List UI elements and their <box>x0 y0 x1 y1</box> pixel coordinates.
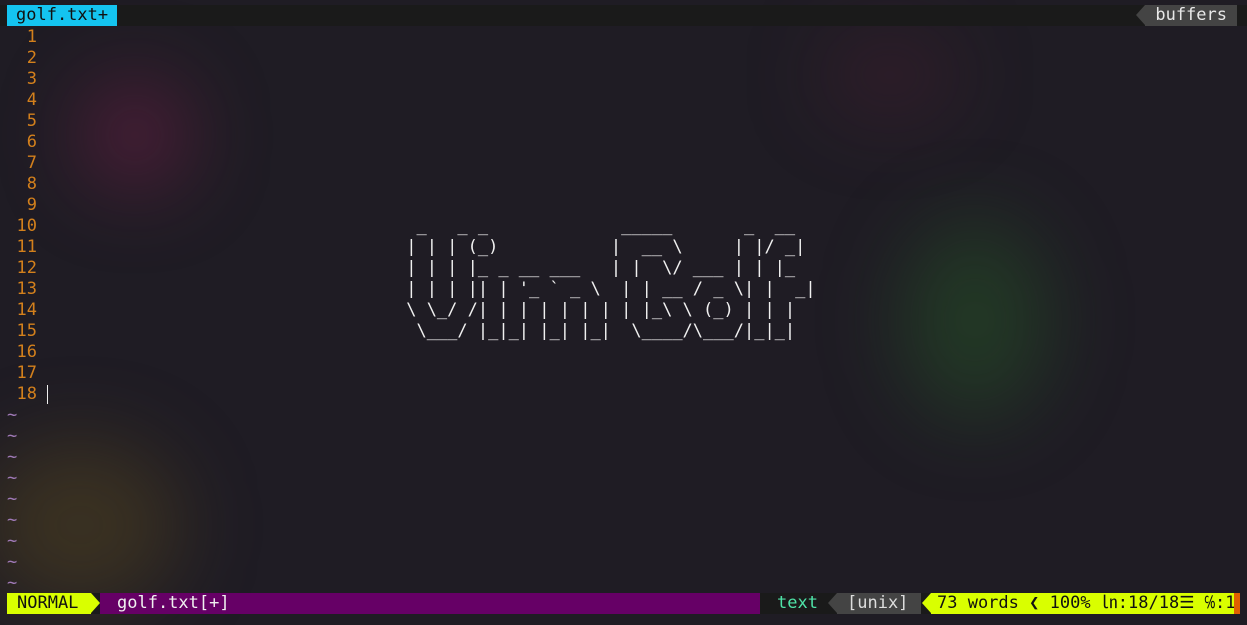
empty-line-tilde: ~ <box>7 468 18 488</box>
editor-line[interactable]: 15 \___/ |_|_| |_| |_| \____/\___/|_|_| <box>0 321 796 342</box>
editor-buffer[interactable]: 1 2 3 4 5 6 7 8 9 10 _ _ _ _____ _ __ 11 | | | (_)… <box>0 27 816 594</box>
editor-line[interactable]: 8 <box>0 174 37 195</box>
column-info: ℅:1 <box>1204 593 1236 613</box>
line-number: 10 <box>16 216 37 236</box>
background-glow <box>820 30 960 120</box>
line-text: \ \_/ /| | | | | | | | |_\ \ (_) | | | <box>48 300 796 320</box>
editor-line[interactable]: 1 <box>0 27 37 48</box>
scroll-percent: 100% <box>1049 593 1091 613</box>
line-number: 2 <box>26 48 37 68</box>
editor-line[interactable]: 6 <box>0 132 37 153</box>
status-tip <box>1234 593 1240 614</box>
word-count: 73 words <box>937 593 1019 613</box>
line-text: _ _ _ _____ _ __ <box>48 216 796 236</box>
empty-line-tilde: ~ <box>7 426 18 446</box>
line-number: 6 <box>26 132 37 152</box>
line-text: | | | || | '_ ` _ \ | | __ / _ \| | _| <box>48 279 816 299</box>
buffers-label[interactable]: buffers <box>1136 5 1237 26</box>
editor-line[interactable]: 10 _ _ _ _____ _ __ <box>0 216 796 237</box>
line-text: | | | |_ _ __ ___ | | \/ ___ | | |_ <box>48 258 796 278</box>
line-number: 15 <box>16 321 37 341</box>
empty-line-tilde: ~ <box>7 405 18 425</box>
line-number: 3 <box>26 69 37 89</box>
editor-line[interactable]: 18 <box>0 384 48 405</box>
editor-line[interactable]: 7 <box>0 153 37 174</box>
line-number: 11 <box>16 237 37 257</box>
empty-line-tilde: ~ <box>7 447 18 467</box>
line-text: \___/ |_|_| |_| |_| \____/\___/|_|_| <box>48 321 796 341</box>
line-number: 7 <box>26 153 37 173</box>
statusline: NORMAL golf.txt[+] text [unix] 73 words … <box>7 593 1240 614</box>
editor-line[interactable]: 3 <box>0 69 37 90</box>
editor-line[interactable]: 16 <box>0 342 37 363</box>
status-fileformat: [unix] <box>828 593 921 614</box>
editor-line[interactable]: 13 | | | || | '_ ` _ \ | | __ / _ \| | _… <box>0 279 816 300</box>
tab-golf-txt[interactable]: golf.txt+ <box>7 5 118 26</box>
empty-line-tilde: ~ <box>7 531 18 551</box>
empty-line-tilde: ~ <box>7 510 18 530</box>
line-number: 13 <box>16 279 37 299</box>
line-number: 18 <box>16 384 37 404</box>
line-number: 12 <box>16 258 37 278</box>
status-filename: golf.txt[+] <box>100 593 760 614</box>
line-number: 4 <box>26 90 37 110</box>
status-filetype: text <box>777 593 818 613</box>
mode-indicator: NORMAL <box>7 593 100 614</box>
editor-line[interactable]: 4 <box>0 90 37 111</box>
editor-line[interactable]: 2 <box>0 48 37 69</box>
line-number: 5 <box>26 111 37 131</box>
background-glow <box>900 220 1050 420</box>
empty-line-tilde: ~ <box>7 573 18 593</box>
line-number: 14 <box>16 300 37 320</box>
empty-line-tilde: ~ <box>7 489 18 509</box>
line-number: 17 <box>16 363 37 383</box>
line-info: ㏑:18/18☰ <box>1100 593 1195 613</box>
editor-line[interactable]: 14 \ \_/ /| | | | | | | | |_\ \ (_) | | … <box>0 300 796 321</box>
editor-line[interactable]: 17 <box>0 363 37 384</box>
line-number: 8 <box>26 174 37 194</box>
empty-line-tilde: ~ <box>7 552 18 572</box>
line-number: 9 <box>26 195 37 215</box>
tabline: golf.txt+ buffers <box>0 5 1247 26</box>
line-number: 16 <box>16 342 37 362</box>
background-glow <box>80 80 190 190</box>
line-text: | | | (_) | __ \ | |/ _| <box>48 237 806 257</box>
editor-line[interactable]: 11 | | | (_) | __ \ | |/ _| <box>0 237 806 258</box>
editor-line[interactable]: 9 <box>0 195 37 216</box>
text-cursor <box>47 385 48 404</box>
editor-line[interactable]: 12 | | | |_ _ __ ___ | | \/ ___ | | |_ <box>0 258 796 279</box>
status-position: 73 words ❮ 100% ㏑:18/18☰ ℅:1 <box>922 593 1236 614</box>
line-number: 1 <box>26 27 37 47</box>
editor-line[interactable]: 5 <box>0 111 37 132</box>
